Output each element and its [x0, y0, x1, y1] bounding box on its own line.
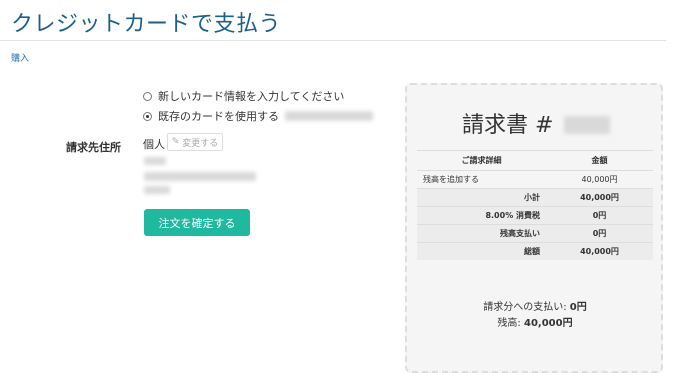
row-amount: 40,000円 — [546, 188, 653, 207]
radio-new-card-button[interactable] — [143, 91, 152, 101]
radio-existing-card-button[interactable] — [143, 111, 152, 121]
row-amount: 40,000円 — [546, 242, 653, 260]
page-title: クレジットカードで支払う — [11, 12, 282, 37]
invoice-table: ご請求詳細 金額 残高を追加する 40,000円 小計 40,000円 8.00… — [417, 150, 653, 260]
balance-value: 40,000円 — [523, 318, 573, 329]
change-address-label: 変更する — [182, 138, 219, 149]
redacted-address-line — [144, 172, 256, 181]
billing-name: 個人 — [143, 138, 165, 151]
radio-new-card-label: 新しいカード情報を入力してください — [158, 90, 345, 103]
table-row: 残高を追加する 40,000円 — [417, 170, 653, 189]
redacted-address-line — [144, 157, 166, 165]
table-row: 残高支払い 0円 — [417, 224, 653, 243]
edit-icon: ✎ — [171, 137, 180, 147]
table-row: 小計 40,000円 — [417, 188, 653, 207]
row-label: 総額 — [417, 242, 546, 260]
paid-summary: 請求分への支払い: 0円 — [418, 298, 652, 313]
row-label: 小計 — [417, 188, 546, 207]
breadcrumb-purchase[interactable]: 購入 — [11, 51, 29, 64]
confirm-order-button[interactable]: 注文を確定する — [144, 209, 250, 236]
invoice-title: 請求書 # — [462, 107, 611, 139]
change-address-button[interactable]: ✎ 変更する — [167, 133, 223, 151]
billing-address-label: 請求先住所 — [66, 141, 121, 154]
table-row: 総額 40,000円 — [417, 242, 653, 260]
balance-summary: 残高: 40,000円 — [418, 314, 652, 329]
table-row: 8.00% 消費税 0円 — [417, 206, 653, 225]
row-label: 残高支払い — [417, 224, 546, 243]
radio-existing-card[interactable]: 既存のカードを使用する — [143, 108, 373, 124]
header-detail: ご請求詳細 — [417, 150, 546, 171]
row-label: 8.00% 消費税 — [417, 206, 546, 225]
paid-label: 請求分への支払い: — [483, 302, 567, 313]
paid-value: 0円 — [569, 302, 587, 313]
redacted-card-number — [285, 111, 373, 121]
redacted-invoice-number — [564, 116, 611, 134]
radio-existing-card-label: 既存のカードを使用する — [158, 110, 279, 123]
invoice-header-row: ご請求詳細 金額 — [417, 150, 653, 171]
balance-label: 残高: — [497, 318, 521, 329]
title-divider — [0, 40, 666, 41]
header-amount: 金額 — [546, 150, 653, 171]
invoice-title-prefix: 請求書 # — [462, 113, 554, 138]
redacted-address-line — [144, 186, 170, 194]
row-amount: 0円 — [546, 206, 653, 225]
row-amount: 40,000円 — [546, 170, 653, 189]
radio-new-card[interactable]: 新しいカード情報を入力してください — [143, 88, 344, 104]
row-amount: 0円 — [546, 224, 653, 243]
row-label: 残高を追加する — [417, 170, 546, 189]
